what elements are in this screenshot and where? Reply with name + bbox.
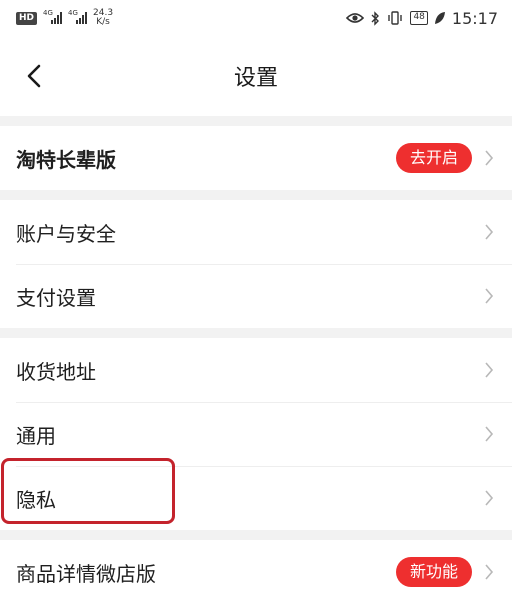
chevron-right-icon <box>482 423 496 445</box>
clock-time: 15:17 <box>451 8 498 28</box>
chevron-right-icon <box>482 147 496 169</box>
settings-group-general: 收货地址 通用 隐私 <box>0 338 512 530</box>
settings-item-label: 通用 <box>16 423 56 448</box>
settings-item-right: 新功能 <box>395 557 496 587</box>
eye-icon <box>346 13 365 23</box>
settings-group-elder: 淘特长辈版 去开启 <box>0 126 512 190</box>
settings-item-general[interactable]: 通用 <box>0 402 512 466</box>
settings-item-label: 支付设置 <box>16 285 96 310</box>
settings-item-right: 去开启 <box>395 143 496 173</box>
settings-item-address[interactable]: 收货地址 <box>0 338 512 402</box>
bluetooth-icon <box>371 10 380 26</box>
section-gap <box>0 328 512 338</box>
status-right: 48 15:17 <box>346 9 498 28</box>
leaf-icon <box>434 12 445 24</box>
network-speed: 24.3 K/s <box>93 9 113 27</box>
signal-icon-2: 4G <box>68 9 88 24</box>
chevron-right-icon <box>482 561 496 583</box>
vibrate-icon <box>388 11 403 25</box>
network-speed-unit: K/s <box>96 17 110 27</box>
chevron-right-icon <box>482 285 496 307</box>
settings-item-micro-store[interactable]: 商品详情微店版 新功能 <box>0 540 512 590</box>
status-bar: HD 4G 4G 24.3 K/s 48 15:17 <box>0 0 512 36</box>
settings-item-label: 隐私 <box>16 487 56 512</box>
settings-item-label: 账户与安全 <box>16 221 116 246</box>
back-button[interactable] <box>20 62 48 90</box>
new-feature-badge[interactable]: 新功能 <box>395 557 472 587</box>
settings-group-product: 商品详情微店版 新功能 <box>0 540 512 590</box>
settings-item-label: 收货地址 <box>16 359 96 384</box>
settings-item-account-security[interactable]: 账户与安全 <box>0 200 512 264</box>
settings-item-label: 淘特长辈版 <box>16 147 116 172</box>
hd-icon: HD <box>16 11 38 25</box>
chevron-left-icon <box>27 64 41 88</box>
settings-item-elder-mode[interactable]: 淘特长辈版 去开启 <box>0 126 512 190</box>
signal-tag: 4G <box>43 9 53 17</box>
status-left: HD 4G 4G 24.3 K/s <box>16 9 113 27</box>
battery-icon: 48 <box>410 11 428 25</box>
settings-item-privacy[interactable]: 隐私 <box>0 466 512 530</box>
section-gap <box>0 190 512 200</box>
chevron-right-icon <box>482 221 496 243</box>
enable-badge-button[interactable]: 去开启 <box>395 143 472 173</box>
page-title: 设置 <box>233 66 278 91</box>
settings-group-account: 账户与安全 支付设置 <box>0 200 512 328</box>
signal-tag-2: 4G <box>68 9 78 17</box>
signal-icon: 4G <box>43 9 63 24</box>
chevron-right-icon <box>482 487 496 509</box>
nav-bar: 设置 <box>0 36 512 116</box>
settings-item-payment[interactable]: 支付设置 <box>0 264 512 328</box>
chevron-right-icon <box>482 359 496 381</box>
section-gap <box>0 530 512 540</box>
settings-item-label: 商品详情微店版 <box>16 561 156 586</box>
section-gap <box>0 116 512 126</box>
